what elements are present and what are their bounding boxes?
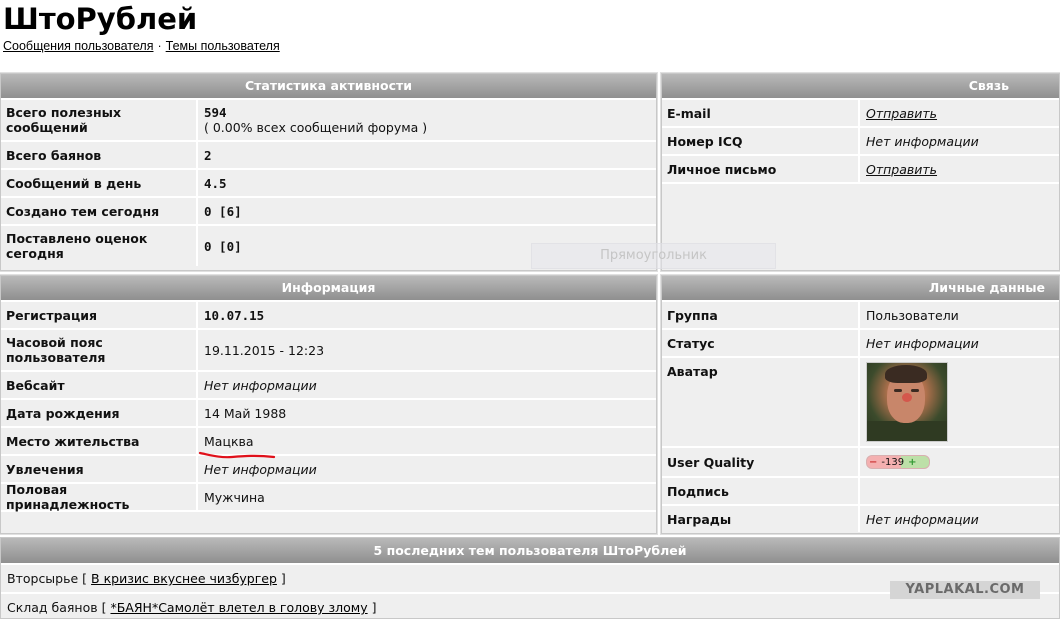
- personal-row-awards: Награды Нет информации: [662, 506, 1059, 532]
- stat-value: 2: [204, 147, 212, 163]
- stat-label: Сообщений в день: [1, 170, 198, 196]
- quality-plus-button[interactable]: +: [908, 455, 916, 470]
- profile-links: Сообщения пользователя · Темы пользователя: [3, 39, 280, 53]
- info-panel: Информация Регистрация 10.07.15 Часовой …: [0, 275, 657, 534]
- stat-value: 594: [204, 105, 227, 120]
- avatar-hair: [885, 365, 927, 383]
- stat-label: Всего баянов: [1, 142, 198, 168]
- stat-row-per-day: Сообщений в день 4.5: [1, 170, 656, 198]
- link-separator: ·: [157, 39, 162, 53]
- avatar-shirt: [867, 421, 947, 441]
- quality-score: -139: [881, 456, 905, 468]
- stat-row-topics-today: Создано тем сегодня 0 [6]: [1, 198, 656, 226]
- send-pm-link[interactable]: Отправить: [860, 156, 943, 182]
- send-email-link[interactable]: Отправить: [860, 100, 943, 126]
- recent-topics-panel: 5 последних тем пользователя ШтоРублей В…: [0, 537, 1060, 619]
- contact-value: Нет информации: [866, 133, 979, 149]
- contact-row-email: E-mail Отправить: [662, 100, 1059, 128]
- personal-panel: Личные данные Группа Пользователи Статус…: [661, 275, 1060, 534]
- personal-row-group: Группа Пользователи: [662, 302, 1059, 330]
- info-row-timezone: Часовой пояс пользователя 19.11.2015 - 1…: [1, 330, 656, 372]
- stat-label: Поставлено оценок сегодня: [1, 226, 198, 266]
- avatar-eye: [894, 389, 902, 392]
- contact-header: Связь: [662, 74, 1059, 100]
- info-header: Информация: [1, 276, 656, 302]
- personal-label: Группа: [662, 302, 860, 328]
- personal-value: Нет информации: [866, 511, 979, 527]
- info-label: Регистрация: [1, 302, 198, 328]
- personal-label: Подпись: [662, 478, 860, 504]
- stat-row-useful: Всего полезных сообщений 594 ( 0.00% все…: [1, 100, 656, 142]
- info-label: Увлечения: [1, 456, 198, 482]
- user-topics-link[interactable]: Темы пользователя: [166, 39, 280, 53]
- topic-section: Склад баянов: [7, 600, 98, 615]
- info-row-registration: Регистрация 10.07.15: [1, 302, 656, 330]
- stat-label: Всего полезных сообщений: [1, 100, 198, 140]
- personal-value: [860, 478, 872, 504]
- avatar-cell: [860, 358, 954, 446]
- contact-row-pm: Личное письмо Отправить: [662, 156, 1059, 184]
- info-row-website: Вебсайт Нет информации: [1, 372, 656, 400]
- personal-row-signature: Подпись: [662, 478, 1059, 506]
- user-posts-link[interactable]: Сообщения пользователя: [3, 39, 153, 53]
- info-value: Нет информации: [204, 377, 317, 393]
- stat-value: 0 [0]: [204, 238, 242, 254]
- bracket: [: [101, 600, 107, 615]
- personal-row-avatar: Аватар: [662, 358, 1059, 448]
- ghost-shape-label: Прямоугольник: [531, 243, 776, 269]
- contact-panel: Связь E-mail Отправить Номер ICQ Нет инф…: [661, 73, 1060, 271]
- info-value: 10.07.15: [204, 307, 265, 323]
- red-underline-annotation: [198, 451, 276, 459]
- bracket: ]: [280, 571, 286, 586]
- info-value: Мужчина: [204, 489, 265, 505]
- recent-topics-header: 5 последних тем пользователя ШтоРублей: [1, 538, 1059, 565]
- personal-value: Нет информации: [866, 335, 979, 351]
- info-label: Часовой пояс пользователя: [1, 330, 198, 370]
- quality-cell: − -139 +: [860, 448, 936, 476]
- info-value: 14 Май 1988: [204, 405, 287, 421]
- personal-label: Награды: [662, 506, 860, 532]
- stat-value-cell: 594 ( 0.00% всех сообщений форума ): [198, 100, 433, 140]
- avatar-nose: [902, 393, 912, 402]
- info-row-gender: Половая принадлежность Мужчина: [1, 482, 656, 512]
- topic-link[interactable]: *БАЯН*Самолёт влетел в голову злому: [110, 600, 367, 615]
- personal-label: User Quality: [662, 448, 860, 476]
- contact-label: Номер ICQ: [662, 128, 860, 154]
- info-label: Половая принадлежность: [1, 482, 198, 512]
- watermark: YAPLAKAL.COM: [890, 581, 1040, 599]
- info-row-birthday: Дата рождения 14 Май 1988: [1, 400, 656, 428]
- quality-minus-button[interactable]: −: [869, 455, 877, 470]
- topic-link[interactable]: В кризис вкуснее чизбургер: [91, 571, 277, 586]
- avatar-eye: [911, 389, 919, 392]
- info-label: Место жительства: [1, 428, 198, 454]
- contact-label: E-mail: [662, 100, 860, 126]
- stat-value: 4.5: [204, 175, 227, 191]
- personal-header: Личные данные: [662, 276, 1059, 302]
- stat-row-bayans: Всего баянов 2: [1, 142, 656, 170]
- activity-header: Статистика активности: [1, 74, 656, 100]
- personal-row-quality: User Quality − -139 +: [662, 448, 1059, 478]
- bracket: ]: [371, 600, 377, 615]
- info-value: 19.11.2015 - 12:23: [204, 342, 325, 358]
- info-row-hobbies: Увлечения Нет информации: [1, 456, 656, 484]
- personal-label: Статус: [662, 330, 860, 356]
- contact-row-icq: Номер ICQ Нет информации: [662, 128, 1059, 156]
- stat-subtext: ( 0.00% всех сообщений форума ): [204, 120, 428, 135]
- bracket: [: [82, 571, 88, 586]
- avatar: [866, 362, 948, 442]
- info-label: Вебсайт: [1, 372, 198, 398]
- stat-value: 0 [6]: [204, 203, 242, 219]
- contact-label: Личное письмо: [662, 156, 860, 182]
- topic-section: Вторсырье: [7, 571, 79, 586]
- page-title: ШтоРублей: [3, 2, 198, 36]
- personal-row-status: Статус Нет информации: [662, 330, 1059, 358]
- personal-value: Пользователи: [866, 307, 959, 323]
- quality-widget: − -139 +: [866, 455, 930, 469]
- info-label: Дата рождения: [1, 400, 198, 426]
- activity-panel: Статистика активности Всего полезных соо…: [0, 73, 657, 271]
- stat-label: Создано тем сегодня: [1, 198, 198, 224]
- info-row-location: Место жительства Мацква: [1, 428, 656, 456]
- personal-label: Аватар: [662, 358, 860, 446]
